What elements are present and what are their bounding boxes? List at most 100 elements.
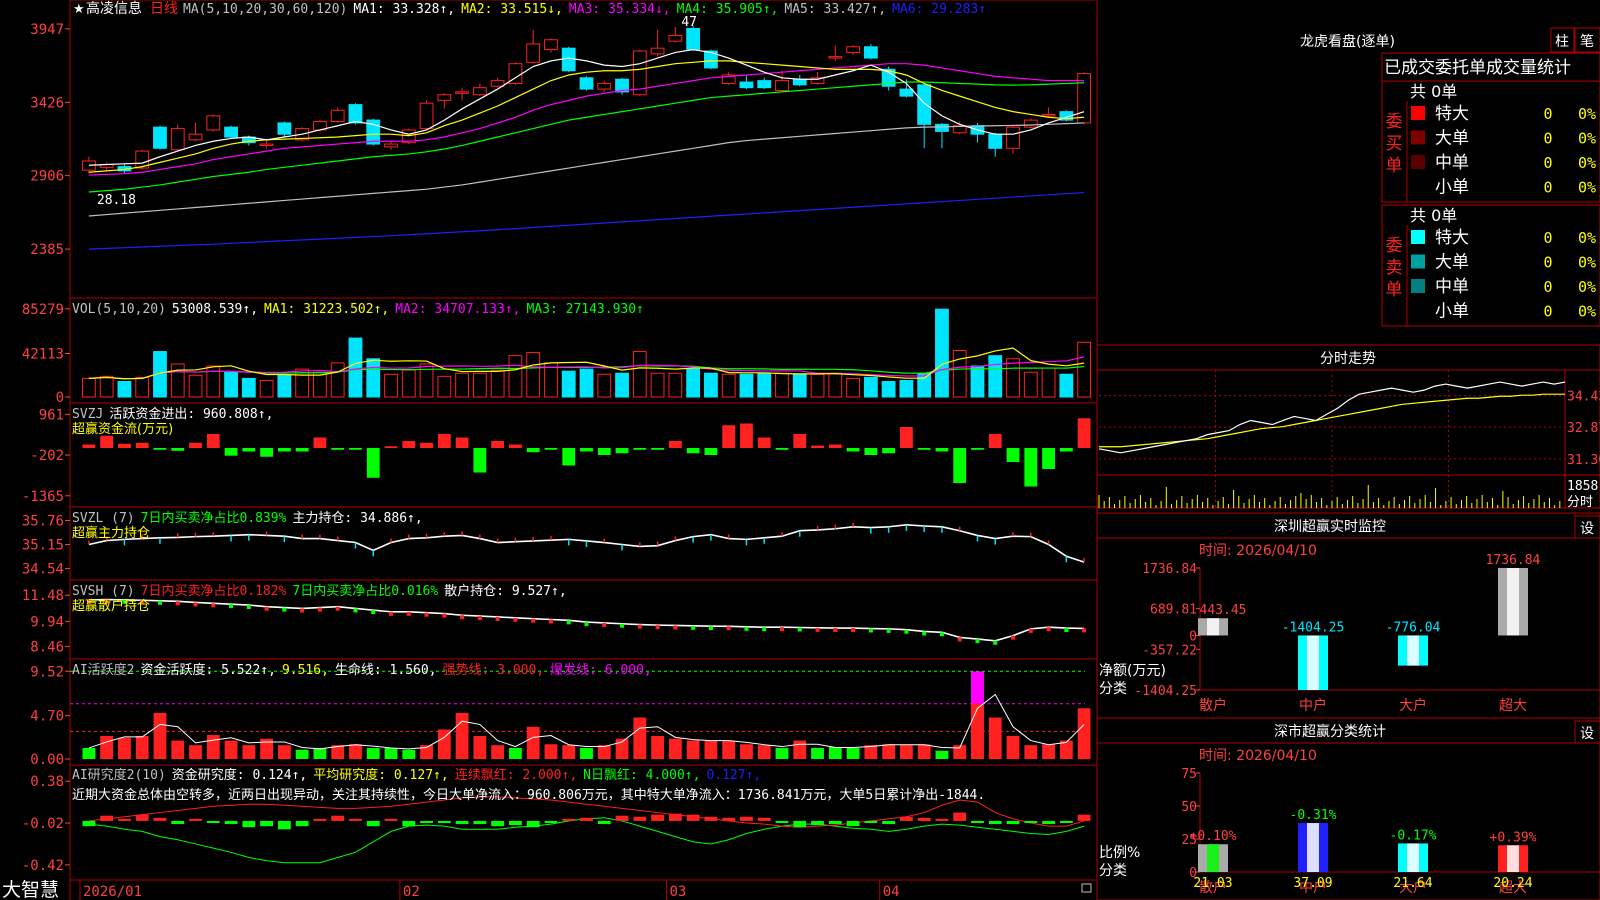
- retail-position-tick: [317, 607, 322, 612]
- chart-canvas[interactable]: 3947 3426 2906 2385 ★ 高凌信息 日线 MA(5,10,20,30,60,…: [0, 0, 1600, 900]
- candle-body[interactable]: [828, 56, 843, 59]
- candle-body[interactable]: [686, 27, 701, 51]
- retail-position-tick: [833, 628, 838, 633]
- candle-body[interactable]: [384, 143, 398, 148]
- candle-body[interactable]: [935, 123, 949, 132]
- volume-bar: [135, 376, 150, 398]
- sell-orders-total: 共 0单: [1410, 206, 1457, 225]
- research-bar: [295, 820, 309, 827]
- candle-body[interactable]: [277, 122, 292, 135]
- capital-flow-bar: [615, 448, 629, 454]
- research-bar: [882, 820, 896, 825]
- volume-bar: [881, 381, 896, 398]
- activity-line: [88, 693, 1085, 750]
- candle-body[interactable]: [739, 81, 754, 89]
- research-bar: [757, 817, 771, 821]
- candle-body[interactable]: [775, 80, 789, 91]
- capital-flow-bar: [206, 434, 220, 448]
- capital-flow-bar: [420, 442, 433, 448]
- ai-yj-legend-5: 0.127↑,: [706, 768, 761, 783]
- candle-body[interactable]: [170, 128, 185, 151]
- capital-flow-bar: [597, 448, 611, 455]
- volume-bar: [952, 350, 967, 398]
- capital-flow-bar: [953, 448, 967, 483]
- capital-flow-bar: [704, 448, 718, 455]
- research-bar: [544, 820, 558, 824]
- vol-legend-3: MA2: 34707.133↑,: [395, 302, 520, 317]
- candle-body[interactable]: [917, 84, 932, 125]
- candle-body[interactable]: [1006, 126, 1020, 149]
- sell-orders-swatch-2: [1411, 279, 1425, 293]
- candle-body[interactable]: [668, 35, 683, 42]
- activity-bar: [740, 744, 753, 759]
- high-price-label: 47: [681, 15, 697, 30]
- lock-icon[interactable]: [1081, 883, 1092, 893]
- buy-orders-row-name-3: 小单: [1435, 178, 1469, 198]
- candle-body[interactable]: [224, 126, 238, 138]
- activity-bar: [580, 747, 593, 759]
- sz-monitor-value-label-3: 1736.84: [1486, 553, 1541, 568]
- candle-body[interactable]: [206, 115, 221, 131]
- capital-flow-bar: [242, 448, 256, 452]
- candle-body[interactable]: [348, 104, 363, 124]
- candle-body[interactable]: [579, 77, 594, 90]
- candle-body[interactable]: [490, 80, 505, 87]
- svzj-legend-0: SVZJ: [72, 407, 103, 422]
- capital-flow-bar: [313, 437, 327, 448]
- candle-body[interactable]: [757, 80, 772, 89]
- date-label-1: 02: [403, 884, 420, 900]
- research-bar: [793, 820, 807, 828]
- research-bar: [473, 820, 487, 825]
- svzl-subtitle: 超赢主力持仓: [72, 525, 150, 541]
- y-tick-svzl-1: 35.15: [22, 537, 64, 553]
- candle-body[interactable]: [153, 126, 167, 149]
- volume-bar: [437, 375, 452, 398]
- research-bar: [349, 818, 362, 821]
- sell-orders-side-label-1: 卖: [1386, 258, 1403, 278]
- activity-bar: [1024, 745, 1038, 759]
- research-bar: [331, 815, 345, 821]
- capital-flow-bar: [171, 448, 185, 451]
- candle-body[interactable]: [544, 39, 558, 51]
- candle-body[interactable]: [437, 94, 452, 101]
- research-bar: [917, 817, 931, 821]
- candle-body[interactable]: [561, 47, 576, 72]
- capital-flow-bar: [544, 448, 558, 450]
- capital-flow-bar: [349, 448, 362, 450]
- date-label-2: 03: [669, 884, 686, 900]
- candle-body[interactable]: [1023, 119, 1038, 128]
- svsh-legend-1: 7日内买卖净占比0.182%: [141, 583, 287, 599]
- volume-bar: [1006, 358, 1020, 398]
- candle-body[interactable]: [1041, 113, 1056, 117]
- candle-body[interactable]: [650, 47, 665, 55]
- research-bar: [455, 820, 469, 825]
- ma6-line: [88, 191, 1085, 250]
- activity-bar: [100, 735, 114, 759]
- candle-body[interactable]: [863, 46, 878, 59]
- candle-body[interactable]: [188, 133, 203, 141]
- candle-body[interactable]: [330, 109, 345, 123]
- buy-orders-row-count-1: 0: [1543, 130, 1552, 148]
- volume-bar: [259, 379, 274, 398]
- capital-flow-bar: [775, 448, 789, 450]
- candle-body[interactable]: [988, 133, 1003, 149]
- capital-flow-bar: [988, 434, 1002, 448]
- candle-body[interactable]: [846, 46, 860, 53]
- retail-position-tick: [762, 627, 767, 632]
- sz-class-settings-label: 设: [1580, 726, 1594, 742]
- candle-body[interactable]: [597, 82, 612, 90]
- candle-body[interactable]: [899, 88, 914, 97]
- candle-body[interactable]: [455, 91, 469, 94]
- activity-bar: [882, 744, 896, 759]
- candle-body[interactable]: [792, 78, 807, 86]
- candle-body[interactable]: [526, 43, 541, 63]
- candle-body[interactable]: [419, 102, 434, 130]
- retail-position-tick: [175, 601, 180, 606]
- retail-position-tick: [957, 637, 962, 642]
- research-bar: [420, 820, 433, 824]
- retail-position-tick: [157, 600, 162, 605]
- candle-body[interactable]: [259, 143, 274, 146]
- activity-bar: [651, 735, 664, 759]
- sz-class-value-label-1: -0.31%: [1290, 808, 1337, 823]
- candle-body[interactable]: [472, 87, 487, 96]
